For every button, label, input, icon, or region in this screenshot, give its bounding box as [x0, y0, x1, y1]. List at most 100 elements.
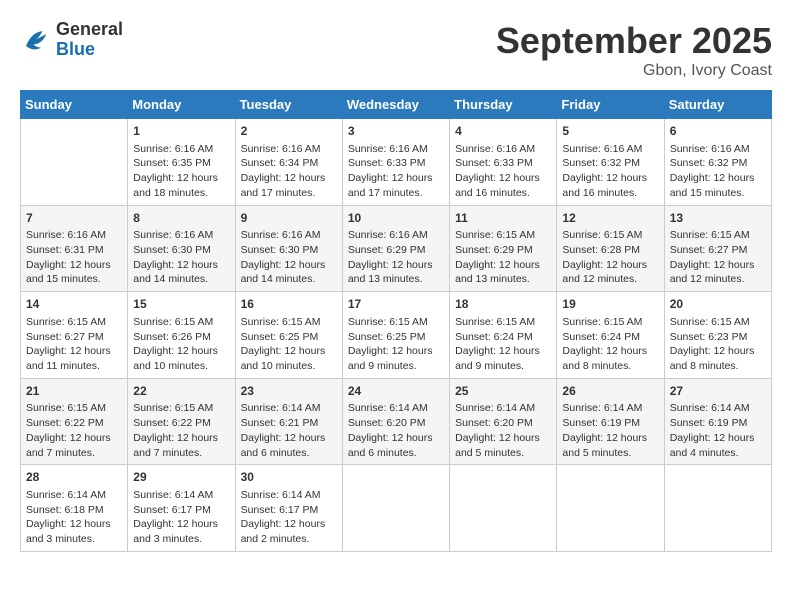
- cell-info-line: Sunset: 6:30 PM: [241, 243, 337, 258]
- day-number: 11: [455, 210, 551, 227]
- cell-info-line: Sunrise: 6:15 AM: [455, 315, 551, 330]
- cell-info-line: and 5 minutes.: [455, 446, 551, 461]
- cell-info-line: Daylight: 12 hours: [133, 344, 229, 359]
- cell-info-line: and 18 minutes.: [133, 186, 229, 201]
- cell-info-line: and 10 minutes.: [133, 359, 229, 374]
- title-block: September 2025 Gbon, Ivory Coast: [496, 20, 772, 80]
- calendar-week-row: 28Sunrise: 6:14 AMSunset: 6:18 PMDayligh…: [21, 465, 772, 552]
- cell-info-line: Sunset: 6:17 PM: [133, 503, 229, 518]
- cell-info-line: Sunset: 6:20 PM: [455, 416, 551, 431]
- cell-info-line: Daylight: 12 hours: [133, 517, 229, 532]
- day-number: 28: [26, 469, 122, 486]
- cell-info-line: Sunrise: 6:14 AM: [562, 401, 658, 416]
- cell-info-line: Sunrise: 6:15 AM: [26, 401, 122, 416]
- day-number: 4: [455, 123, 551, 140]
- cell-info-line: Daylight: 12 hours: [133, 171, 229, 186]
- cell-info-line: and 13 minutes.: [455, 272, 551, 287]
- day-number: 8: [133, 210, 229, 227]
- cell-info-line: Daylight: 12 hours: [133, 431, 229, 446]
- cell-info-line: Sunrise: 6:14 AM: [670, 401, 766, 416]
- weekday-header: Saturday: [664, 91, 771, 119]
- calendar-cell: 18Sunrise: 6:15 AMSunset: 6:24 PMDayligh…: [450, 292, 557, 379]
- cell-info-line: Sunset: 6:18 PM: [26, 503, 122, 518]
- day-number: 16: [241, 296, 337, 313]
- cell-info-line: Daylight: 12 hours: [670, 258, 766, 273]
- calendar-cell: 26Sunrise: 6:14 AMSunset: 6:19 PMDayligh…: [557, 378, 664, 465]
- cell-info-line: Daylight: 12 hours: [455, 258, 551, 273]
- day-number: 27: [670, 383, 766, 400]
- calendar-cell: 10Sunrise: 6:16 AMSunset: 6:29 PMDayligh…: [342, 205, 449, 292]
- cell-info-line: and 14 minutes.: [133, 272, 229, 287]
- calendar-cell: 13Sunrise: 6:15 AMSunset: 6:27 PMDayligh…: [664, 205, 771, 292]
- cell-info-line: Sunset: 6:17 PM: [241, 503, 337, 518]
- cell-info-line: Sunrise: 6:16 AM: [26, 228, 122, 243]
- calendar-cell: 3Sunrise: 6:16 AMSunset: 6:33 PMDaylight…: [342, 119, 449, 206]
- day-number: 14: [26, 296, 122, 313]
- cell-info-line: Sunrise: 6:16 AM: [348, 142, 444, 157]
- cell-info-line: Sunrise: 6:15 AM: [562, 228, 658, 243]
- day-number: 12: [562, 210, 658, 227]
- cell-info-line: Sunrise: 6:16 AM: [133, 228, 229, 243]
- calendar-week-row: 7Sunrise: 6:16 AMSunset: 6:31 PMDaylight…: [21, 205, 772, 292]
- cell-info-line: and 9 minutes.: [348, 359, 444, 374]
- weekday-header: Friday: [557, 91, 664, 119]
- cell-info-line: and 16 minutes.: [562, 186, 658, 201]
- cell-info-line: Sunset: 6:22 PM: [133, 416, 229, 431]
- cell-info-line: Sunrise: 6:15 AM: [133, 315, 229, 330]
- cell-info-line: Daylight: 12 hours: [133, 258, 229, 273]
- cell-info-line: and 5 minutes.: [562, 446, 658, 461]
- calendar-cell: 5Sunrise: 6:16 AMSunset: 6:32 PMDaylight…: [557, 119, 664, 206]
- calendar-cell: 7Sunrise: 6:16 AMSunset: 6:31 PMDaylight…: [21, 205, 128, 292]
- calendar-cell: 6Sunrise: 6:16 AMSunset: 6:32 PMDaylight…: [664, 119, 771, 206]
- day-number: 23: [241, 383, 337, 400]
- day-number: 1: [133, 123, 229, 140]
- cell-info-line: and 15 minutes.: [670, 186, 766, 201]
- day-number: 2: [241, 123, 337, 140]
- cell-info-line: Daylight: 12 hours: [241, 517, 337, 532]
- cell-info-line: Sunset: 6:21 PM: [241, 416, 337, 431]
- weekday-header: Sunday: [21, 91, 128, 119]
- weekday-header: Tuesday: [235, 91, 342, 119]
- cell-info-line: and 14 minutes.: [241, 272, 337, 287]
- cell-info-line: Sunrise: 6:15 AM: [348, 315, 444, 330]
- cell-info-line: Sunrise: 6:16 AM: [241, 228, 337, 243]
- cell-info-line: Sunrise: 6:15 AM: [455, 228, 551, 243]
- cell-info-line: Daylight: 12 hours: [241, 431, 337, 446]
- cell-info-line: and 3 minutes.: [133, 532, 229, 547]
- calendar-body: 1Sunrise: 6:16 AMSunset: 6:35 PMDaylight…: [21, 119, 772, 552]
- calendar-cell: 25Sunrise: 6:14 AMSunset: 6:20 PMDayligh…: [450, 378, 557, 465]
- page-header: General Blue September 2025 Gbon, Ivory …: [20, 20, 772, 80]
- cell-info-line: Sunrise: 6:16 AM: [241, 142, 337, 157]
- cell-info-line: Sunset: 6:20 PM: [348, 416, 444, 431]
- cell-info-line: Sunrise: 6:15 AM: [241, 315, 337, 330]
- calendar-cell: 19Sunrise: 6:15 AMSunset: 6:24 PMDayligh…: [557, 292, 664, 379]
- day-number: 18: [455, 296, 551, 313]
- cell-info-line: Sunrise: 6:15 AM: [670, 315, 766, 330]
- calendar-week-row: 14Sunrise: 6:15 AMSunset: 6:27 PMDayligh…: [21, 292, 772, 379]
- day-number: 13: [670, 210, 766, 227]
- calendar-cell: 4Sunrise: 6:16 AMSunset: 6:33 PMDaylight…: [450, 119, 557, 206]
- cell-info-line: Sunrise: 6:15 AM: [670, 228, 766, 243]
- day-number: 3: [348, 123, 444, 140]
- calendar-cell: 29Sunrise: 6:14 AMSunset: 6:17 PMDayligh…: [128, 465, 235, 552]
- weekday-header: Thursday: [450, 91, 557, 119]
- cell-info-line: Daylight: 12 hours: [26, 517, 122, 532]
- cell-info-line: and 17 minutes.: [241, 186, 337, 201]
- day-number: 5: [562, 123, 658, 140]
- calendar-cell: 9Sunrise: 6:16 AMSunset: 6:30 PMDaylight…: [235, 205, 342, 292]
- cell-info-line: Daylight: 12 hours: [562, 258, 658, 273]
- day-number: 21: [26, 383, 122, 400]
- calendar-cell: 15Sunrise: 6:15 AMSunset: 6:26 PMDayligh…: [128, 292, 235, 379]
- calendar-cell: 8Sunrise: 6:16 AMSunset: 6:30 PMDaylight…: [128, 205, 235, 292]
- cell-info-line: and 7 minutes.: [26, 446, 122, 461]
- day-number: 20: [670, 296, 766, 313]
- cell-info-line: Daylight: 12 hours: [562, 344, 658, 359]
- cell-info-line: and 9 minutes.: [455, 359, 551, 374]
- cell-info-line: and 12 minutes.: [670, 272, 766, 287]
- cell-info-line: Sunset: 6:19 PM: [562, 416, 658, 431]
- cell-info-line: and 16 minutes.: [455, 186, 551, 201]
- cell-info-line: Sunrise: 6:15 AM: [562, 315, 658, 330]
- calendar-cell: 16Sunrise: 6:15 AMSunset: 6:25 PMDayligh…: [235, 292, 342, 379]
- cell-info-line: Sunset: 6:19 PM: [670, 416, 766, 431]
- month-title: September 2025: [496, 20, 772, 62]
